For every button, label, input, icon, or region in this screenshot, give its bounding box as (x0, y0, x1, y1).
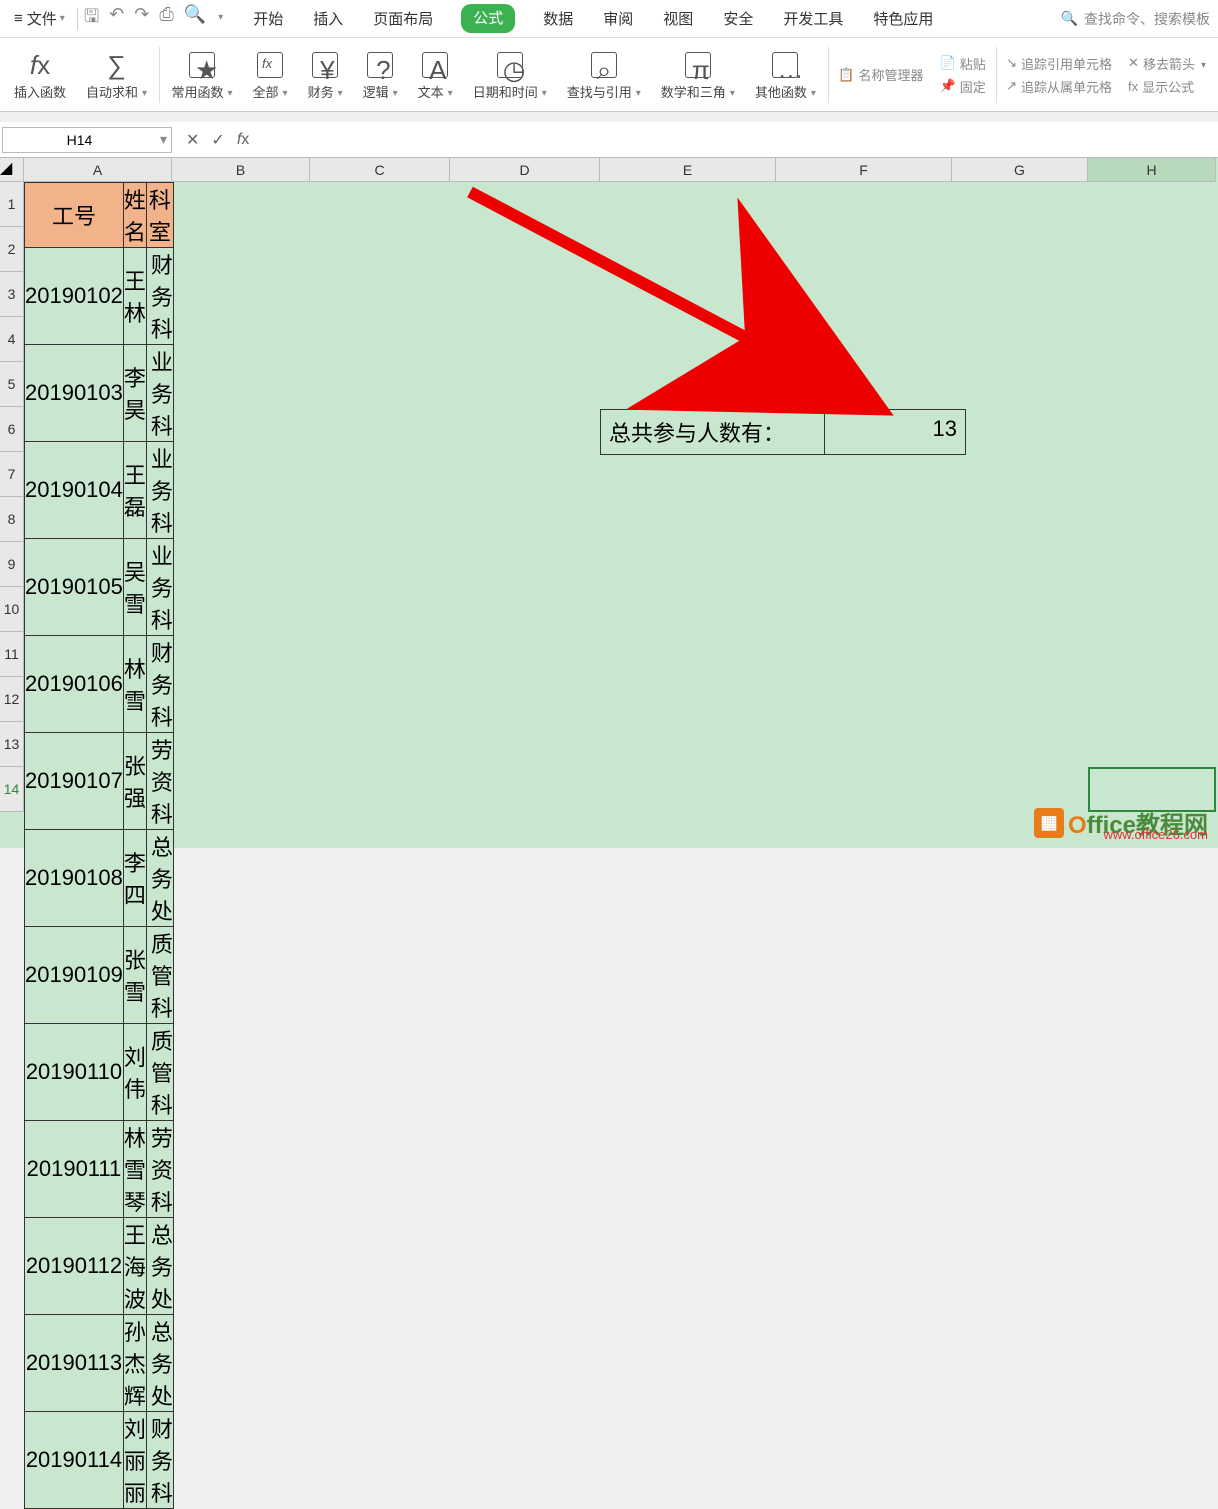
sigma-icon: ∑ (107, 48, 126, 82)
select-all-corner[interactable]: ◢ (0, 158, 24, 182)
financial-button[interactable]: ¥ 财务 (298, 48, 353, 101)
math-icon: π (685, 48, 711, 82)
column-header-D[interactable]: D (450, 158, 600, 182)
row-header-4[interactable]: 4 (0, 317, 24, 362)
text-icon: A (422, 48, 448, 82)
employee-table: 工号姓名科室20190102王林财务科20190103李昊业务科20190104… (24, 182, 174, 1509)
lookup-icon: ⌕ (591, 48, 617, 82)
name-manager-button[interactable]: 📋 名称管理器 (838, 65, 923, 84)
print-icon[interactable]: ⎙ (159, 4, 173, 34)
row-header-2[interactable]: 2 (0, 227, 24, 272)
all-functions-button[interactable]: fx 全部 (243, 48, 298, 101)
lookup-button[interactable]: ⌕ 查找与引用 (557, 48, 651, 101)
all-fx-icon: fx (257, 48, 283, 82)
row-header-14[interactable]: 14 (0, 767, 24, 812)
fx-icon[interactable]: fx (237, 131, 249, 149)
tab-special[interactable]: 特色应用 (871, 4, 935, 33)
star-icon: ★ (189, 48, 215, 82)
cancel-icon[interactable]: ✕ (186, 130, 199, 150)
paste-group: 📄 粘贴 📌 固定 (932, 54, 994, 96)
tab-review[interactable]: 审阅 (601, 4, 635, 33)
row-header-10[interactable]: 10 (0, 587, 24, 632)
tab-developer[interactable]: 开发工具 (781, 4, 845, 33)
row-header-8[interactable]: 8 (0, 497, 24, 542)
datetime-button[interactable]: ◷ 日期和时间 (463, 48, 557, 101)
summary-value: 13 (825, 410, 965, 454)
trace-precedents-button[interactable]: ↘ 追踪引用单元格 (1006, 54, 1112, 73)
menubar: ≡ 文件 ▾ 🖫 ↶ ↷ ⎙ 🔍 开始 插入 页面布局 公式 数据 审阅 视图 … (0, 0, 1218, 38)
watermark: ▦ Office教程网 www.office26.com (1034, 805, 1208, 840)
column-header-F[interactable]: F (776, 158, 952, 182)
column-header-E[interactable]: E (600, 158, 776, 182)
ribbon: fx 插入函数 ∑ 自动求和 ★ 常用函数 fx 全部 ¥ 财务 ? 逻辑 A … (0, 38, 1218, 112)
tab-insert[interactable]: 插入 (311, 4, 345, 33)
quick-access-toolbar: 🖫 ↶ ↷ ⎙ 🔍 (84, 4, 223, 34)
row-headers: 1234567891011121314 (0, 182, 24, 812)
tab-start[interactable]: 开始 (251, 4, 285, 33)
tab-security[interactable]: 安全 (721, 4, 755, 33)
formula-audit-group: ✕ 移去箭头 fx 显示公式 (1120, 54, 1214, 96)
file-menu[interactable]: ≡ 文件 ▾ (8, 8, 71, 29)
column-header-A[interactable]: A (24, 158, 172, 182)
watermark-url: www.office26.com (1103, 827, 1208, 842)
row-header-11[interactable]: 11 (0, 632, 24, 677)
column-header-G[interactable]: G (952, 158, 1088, 182)
financial-icon: ¥ (312, 48, 338, 82)
tab-data[interactable]: 数据 (541, 4, 575, 33)
insert-function-button[interactable]: fx 插入函数 (4, 48, 76, 101)
undo-icon[interactable]: ↶ (109, 4, 124, 34)
row-header-6[interactable]: 6 (0, 407, 24, 452)
more-functions-button[interactable]: … 其他函数 (745, 48, 826, 101)
search-icon: 🔍 (1061, 10, 1078, 27)
row-header-9[interactable]: 9 (0, 542, 24, 587)
search-placeholder: 查找命令、搜索模板 (1084, 9, 1210, 29)
logo-icon: ▦ (1034, 808, 1064, 838)
fx-icon: fx (30, 48, 50, 82)
formula-bar: H14 ▾ ✕ ✓ fx (0, 122, 1218, 158)
logical-icon: ? (367, 48, 393, 82)
summary-label: 总共参与人数有： (601, 410, 825, 454)
column-headers: ABCDEFGH (24, 158, 1216, 182)
trace-group: ↘ 追踪引用单元格 ↗ 追踪从属单元格 (998, 54, 1120, 96)
summary-box: 总共参与人数有： 13 (600, 409, 966, 455)
row-header-3[interactable]: 3 (0, 272, 24, 317)
more-icon: … (772, 48, 798, 82)
enter-icon[interactable]: ✓ (211, 130, 224, 150)
save-icon[interactable]: 🖫 (84, 4, 99, 34)
row-header-1[interactable]: 1 (0, 182, 24, 227)
recent-functions-button[interactable]: ★ 常用函数 (161, 48, 242, 101)
file-menu-label: 文件 (27, 8, 57, 29)
column-header-H[interactable]: H (1088, 158, 1216, 182)
name-group: 📋 名称管理器 (830, 65, 931, 84)
tab-view[interactable]: 视图 (661, 4, 695, 33)
logical-button[interactable]: ? 逻辑 (353, 48, 408, 101)
remove-arrows-button[interactable]: ✕ 移去箭头 (1128, 54, 1206, 73)
autosum-button[interactable]: ∑ 自动求和 (76, 48, 157, 101)
math-trig-button[interactable]: π 数学和三角 (651, 48, 745, 101)
show-formulas-button[interactable]: fx 显示公式 (1128, 77, 1206, 96)
formula-input[interactable] (263, 127, 1218, 153)
trace-dependents-button[interactable]: ↗ 追踪从属单元格 (1006, 77, 1112, 96)
name-box-dropdown[interactable]: ▾ (156, 131, 171, 148)
row-header-7[interactable]: 7 (0, 452, 24, 497)
column-header-B[interactable]: B (172, 158, 310, 182)
clock-icon: ◷ (497, 48, 523, 82)
row-header-5[interactable]: 5 (0, 362, 24, 407)
name-box-value: H14 (3, 132, 156, 148)
preview-icon[interactable]: 🔍 (184, 4, 206, 34)
text-button[interactable]: A 文本 (408, 48, 463, 101)
row-header-12[interactable]: 12 (0, 677, 24, 722)
tab-page-layout[interactable]: 页面布局 (371, 4, 435, 33)
worksheet[interactable]: ◢ ABCDEFGH 1234567891011121314 工号姓名科室201… (0, 158, 1218, 848)
qat-more[interactable] (216, 4, 223, 34)
name-box[interactable]: H14 ▾ (2, 127, 172, 153)
paste-button[interactable]: 📄 粘贴 (940, 54, 986, 73)
tab-formulas[interactable]: 公式 (461, 4, 515, 33)
ribbon-tabs: 开始 插入 页面布局 公式 数据 审阅 视图 安全 开发工具 特色应用 (251, 4, 935, 33)
command-search[interactable]: 🔍 查找命令、搜索模板 (1061, 9, 1210, 29)
pin-button[interactable]: 📌 固定 (940, 77, 986, 96)
column-header-C[interactable]: C (310, 158, 450, 182)
redo-icon[interactable]: ↷ (134, 4, 149, 34)
row-header-13[interactable]: 13 (0, 722, 24, 767)
